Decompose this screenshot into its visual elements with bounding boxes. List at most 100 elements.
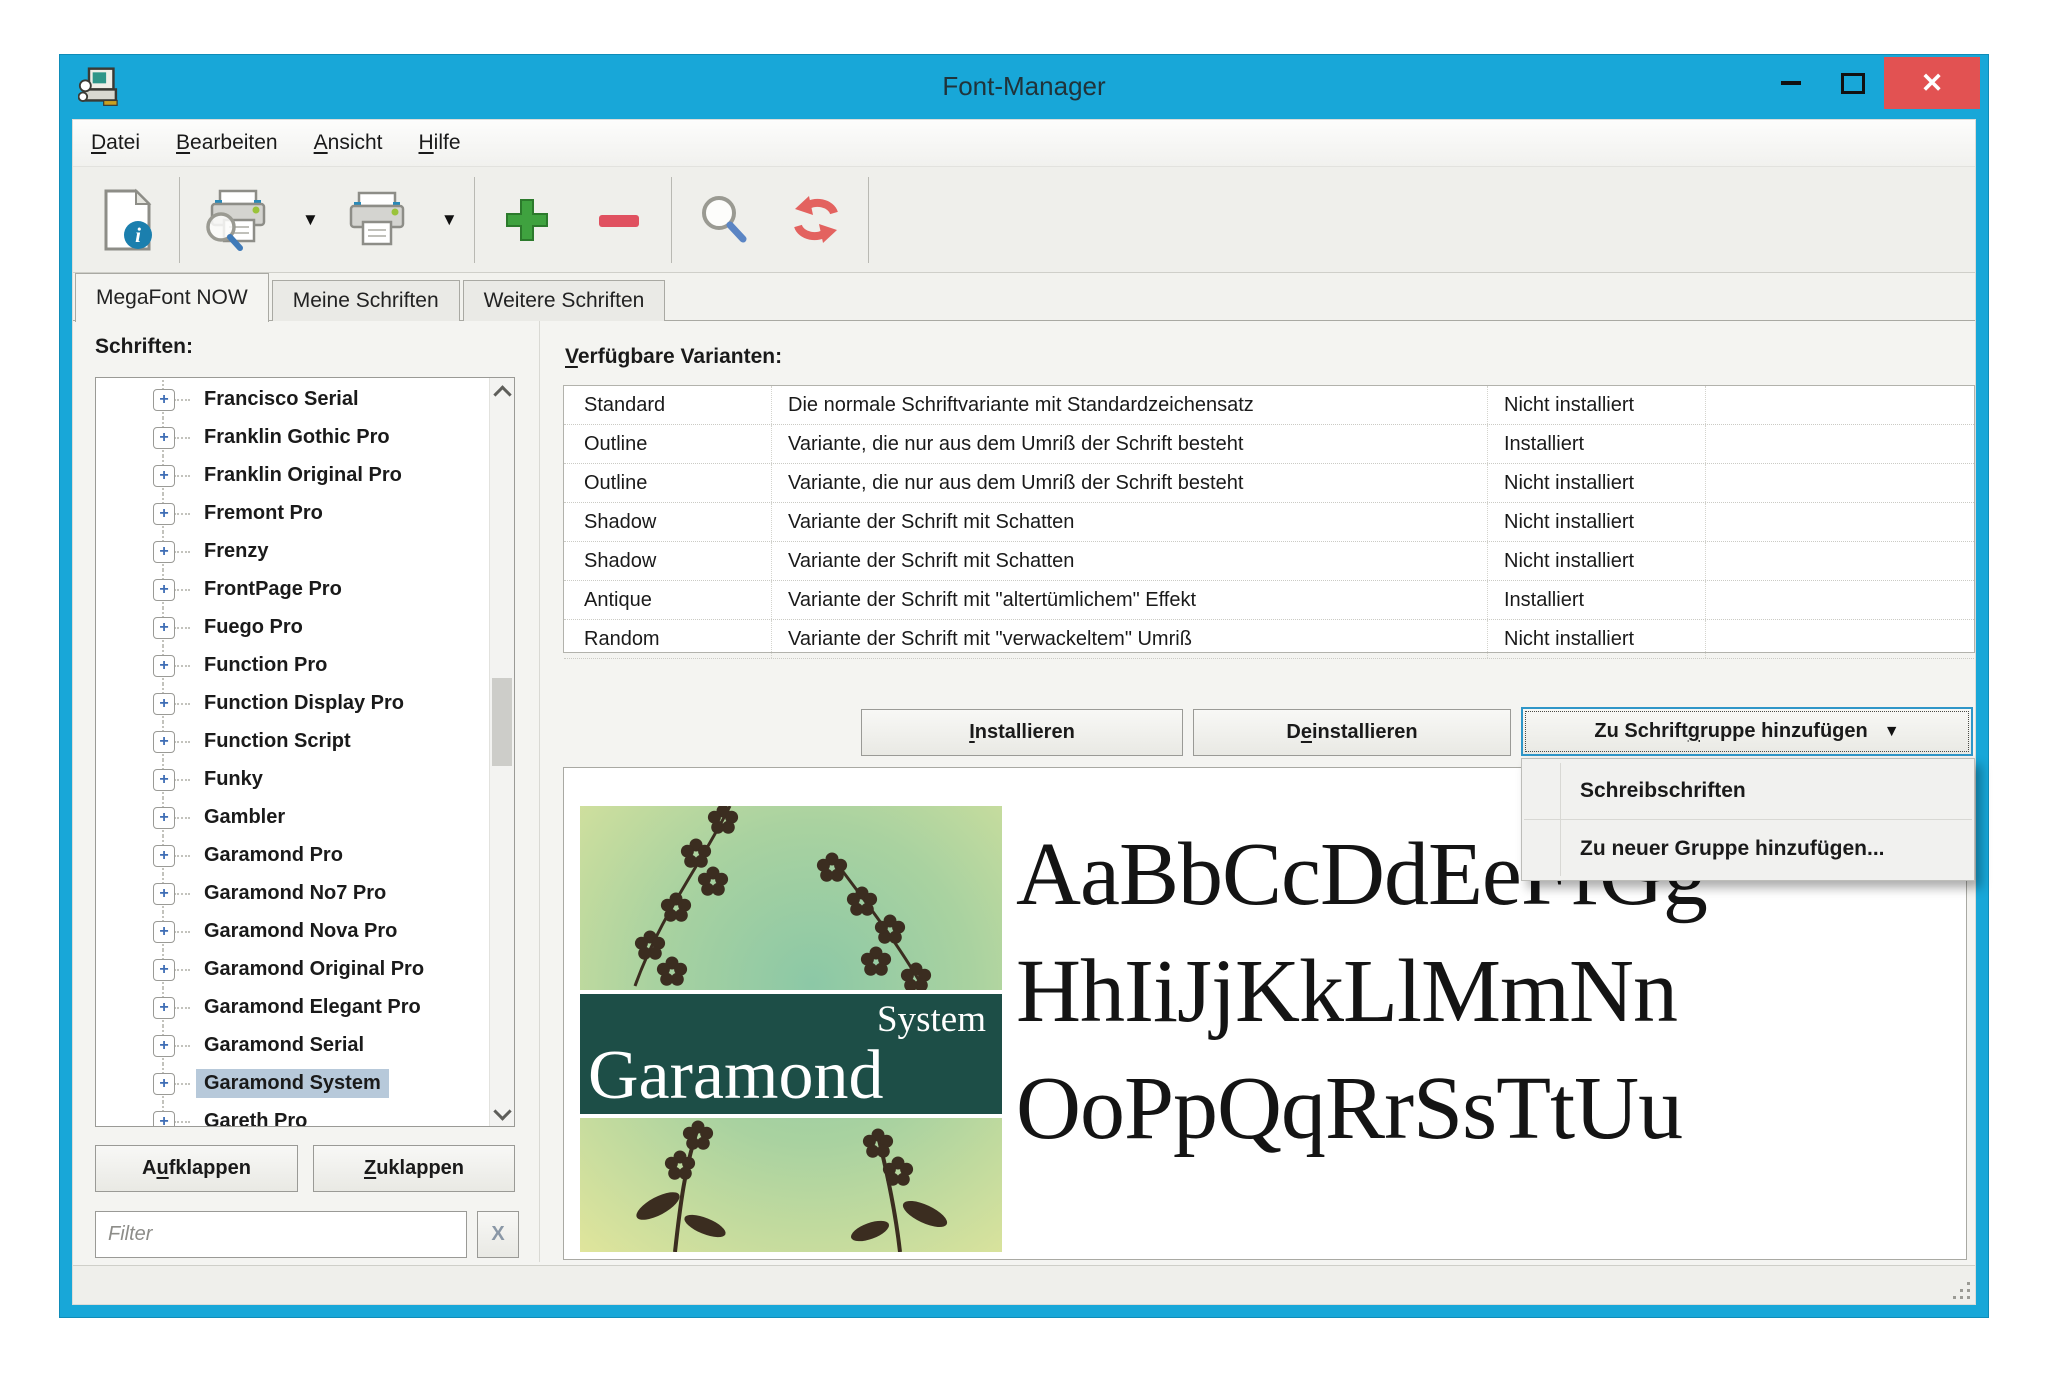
expand-plus-icon[interactable]: + xyxy=(153,959,175,981)
tree-item-label: Franklin Gothic Pro xyxy=(196,423,398,452)
variant-row[interactable]: OutlineVariante, die nur aus dem Umriß d… xyxy=(564,464,1974,503)
uninstall-button[interactable]: Deinstallieren xyxy=(1193,709,1511,756)
variant-status: Nicht installiert xyxy=(1488,464,1706,502)
scroll-down-arrow[interactable] xyxy=(490,1100,514,1126)
variant-row[interactable]: RandomVariante der Schrift mit "verwacke… xyxy=(564,620,1974,659)
variant-status: Nicht installiert xyxy=(1488,620,1706,658)
tree-item-label: Garamond No7 Pro xyxy=(196,879,394,908)
expand-plus-icon[interactable]: + xyxy=(153,921,175,943)
expand-plus-icon[interactable]: + xyxy=(153,997,175,1019)
variant-name: Random xyxy=(564,620,772,658)
expand-plus-icon[interactable]: + xyxy=(153,883,175,905)
expand-plus-icon[interactable]: + xyxy=(153,1035,175,1057)
variant-name: Outline xyxy=(564,425,772,463)
tree-item-label: Funky xyxy=(196,765,271,794)
variant-row[interactable]: OutlineVariante, die nur aus dem Umriß d… xyxy=(564,425,1974,464)
expand-plus-icon[interactable]: + xyxy=(153,427,175,449)
tab-megafont-now[interactable]: MegaFont NOW xyxy=(75,273,269,322)
expand-plus-icon[interactable]: + xyxy=(153,617,175,639)
close-button[interactable]: ✕ xyxy=(1884,57,1980,109)
print-dropdown[interactable]: ▼ xyxy=(425,173,468,267)
resize-grip[interactable] xyxy=(1952,1281,1970,1299)
expand-all-button[interactable]: Aufklappen xyxy=(95,1145,298,1192)
variant-row[interactable]: AntiqueVariante der Schrift mit "altertü… xyxy=(564,581,1974,620)
expand-plus-icon[interactable]: + xyxy=(153,579,175,601)
panel-splitter[interactable] xyxy=(539,321,540,1262)
tree-item[interactable]: +Garamond Serial xyxy=(96,1026,489,1064)
expand-plus-icon[interactable]: + xyxy=(153,693,175,715)
window-title: Font-Manager xyxy=(60,55,1988,119)
menu-hilfe[interactable]: Hilfe xyxy=(419,131,461,155)
menu-item[interactable]: Zu neuer Gruppe hinzufügen... xyxy=(1522,820,1974,877)
collapse-all-button[interactable]: Zuklappen xyxy=(313,1145,515,1192)
refresh-button[interactable] xyxy=(770,173,862,267)
content: Schriften: +Francisco Serial+Franklin Go… xyxy=(73,321,1975,1266)
tree-item[interactable]: +Franklin Original Pro xyxy=(96,456,489,494)
tree-item[interactable]: + Franklin Gothic Pro xyxy=(96,418,489,456)
variants-label: Verfügbare Varianten: xyxy=(565,345,782,369)
tab-meine-schriften[interactable]: Meine Schriften xyxy=(272,280,460,321)
refresh-icon xyxy=(788,192,844,248)
tree-item[interactable]: +Francisco Serial xyxy=(96,380,489,418)
expand-plus-icon[interactable]: + xyxy=(153,655,175,677)
tree-item[interactable]: + Frenzy xyxy=(96,532,489,570)
expand-plus-icon[interactable]: + xyxy=(153,845,175,867)
remove-font-button[interactable] xyxy=(573,173,665,267)
tree-item[interactable]: +Function Pro xyxy=(96,646,489,684)
install-button[interactable]: Installieren xyxy=(861,709,1183,756)
package-title: Garamond xyxy=(588,1036,883,1116)
expand-plus-icon[interactable]: + xyxy=(153,541,175,563)
expand-plus-icon[interactable]: + xyxy=(153,769,175,791)
print-preview-dropdown[interactable]: ▼ xyxy=(286,173,329,267)
tree-item[interactable]: + Funky xyxy=(96,760,489,798)
add-font-button[interactable] xyxy=(481,173,573,267)
chevron-down-icon: ▼ xyxy=(1884,723,1900,741)
expand-plus-icon[interactable]: + xyxy=(153,389,175,411)
menu-item[interactable]: Schreibschriften xyxy=(1522,762,1974,819)
scrollbar-thumb[interactable] xyxy=(492,678,512,766)
tree-item[interactable]: +Garamond Pro xyxy=(96,836,489,874)
tree-item[interactable]: +Gambler xyxy=(96,798,489,836)
expand-plus-icon[interactable]: + xyxy=(153,731,175,753)
toolbar-separator xyxy=(868,177,869,263)
menu-bearbeiten[interactable]: Bearbeiten xyxy=(176,131,278,155)
font-info-button[interactable]: i xyxy=(83,173,173,267)
filter-clear-button[interactable]: X xyxy=(477,1211,519,1258)
expand-plus-icon[interactable]: + xyxy=(153,1111,175,1127)
tab-weitere-schriften[interactable]: Weitere Schriften xyxy=(463,280,666,321)
print-preview-button[interactable] xyxy=(186,173,286,267)
search-button[interactable] xyxy=(678,173,770,267)
menu-ansicht[interactable]: Ansicht xyxy=(314,131,383,155)
tree-item[interactable]: +Gareth Pro xyxy=(96,1102,489,1127)
expand-plus-icon[interactable]: + xyxy=(153,1073,175,1095)
tree-item[interactable]: +Function Script xyxy=(96,722,489,760)
tree-item[interactable]: +Garamond System xyxy=(96,1064,489,1102)
tree-item[interactable]: +Garamond Elegant Pro xyxy=(96,988,489,1026)
tree-item-label: Frenzy xyxy=(196,537,276,566)
tree-item[interactable]: +Function Display Pro xyxy=(96,684,489,722)
chevron-down-icon: ▼ xyxy=(441,210,458,230)
tree-item[interactable]: +Garamond Original Pro xyxy=(96,950,489,988)
variant-row[interactable]: StandardDie normale Schriftvariante mit … xyxy=(564,386,1974,425)
tree-item[interactable]: +Fremont Pro xyxy=(96,494,489,532)
print-button[interactable] xyxy=(329,173,425,267)
minimize-button[interactable] xyxy=(1760,57,1822,109)
tree-item[interactable]: +Fuego Pro xyxy=(96,608,489,646)
tree-item[interactable]: +FrontPage Pro xyxy=(96,570,489,608)
maximize-button[interactable] xyxy=(1822,57,1884,109)
tree-scrollbar[interactable] xyxy=(489,378,514,1126)
expand-plus-icon[interactable]: + xyxy=(153,807,175,829)
fonts-label: Schriften: xyxy=(95,335,193,359)
filter-input[interactable] xyxy=(95,1211,467,1258)
add-to-group-button[interactable]: Zu Schriftgruppe hinzufügen ▼ xyxy=(1521,707,1973,756)
variant-description: Variante der Schrift mit Schatten xyxy=(772,542,1488,580)
menu-datei[interactable]: Datei xyxy=(91,131,140,155)
expand-plus-icon[interactable]: + xyxy=(153,465,175,487)
variant-row[interactable]: ShadowVariante der Schrift mit SchattenN… xyxy=(564,542,1974,581)
expand-plus-icon[interactable]: + xyxy=(153,503,175,525)
variant-row[interactable]: ShadowVariante der Schrift mit SchattenN… xyxy=(564,503,1974,542)
scroll-up-arrow[interactable] xyxy=(490,378,514,404)
tree-item[interactable]: +Garamond Nova Pro xyxy=(96,912,489,950)
tree-item[interactable]: + Garamond No7 Pro xyxy=(96,874,489,912)
chevron-up-icon xyxy=(493,385,511,403)
